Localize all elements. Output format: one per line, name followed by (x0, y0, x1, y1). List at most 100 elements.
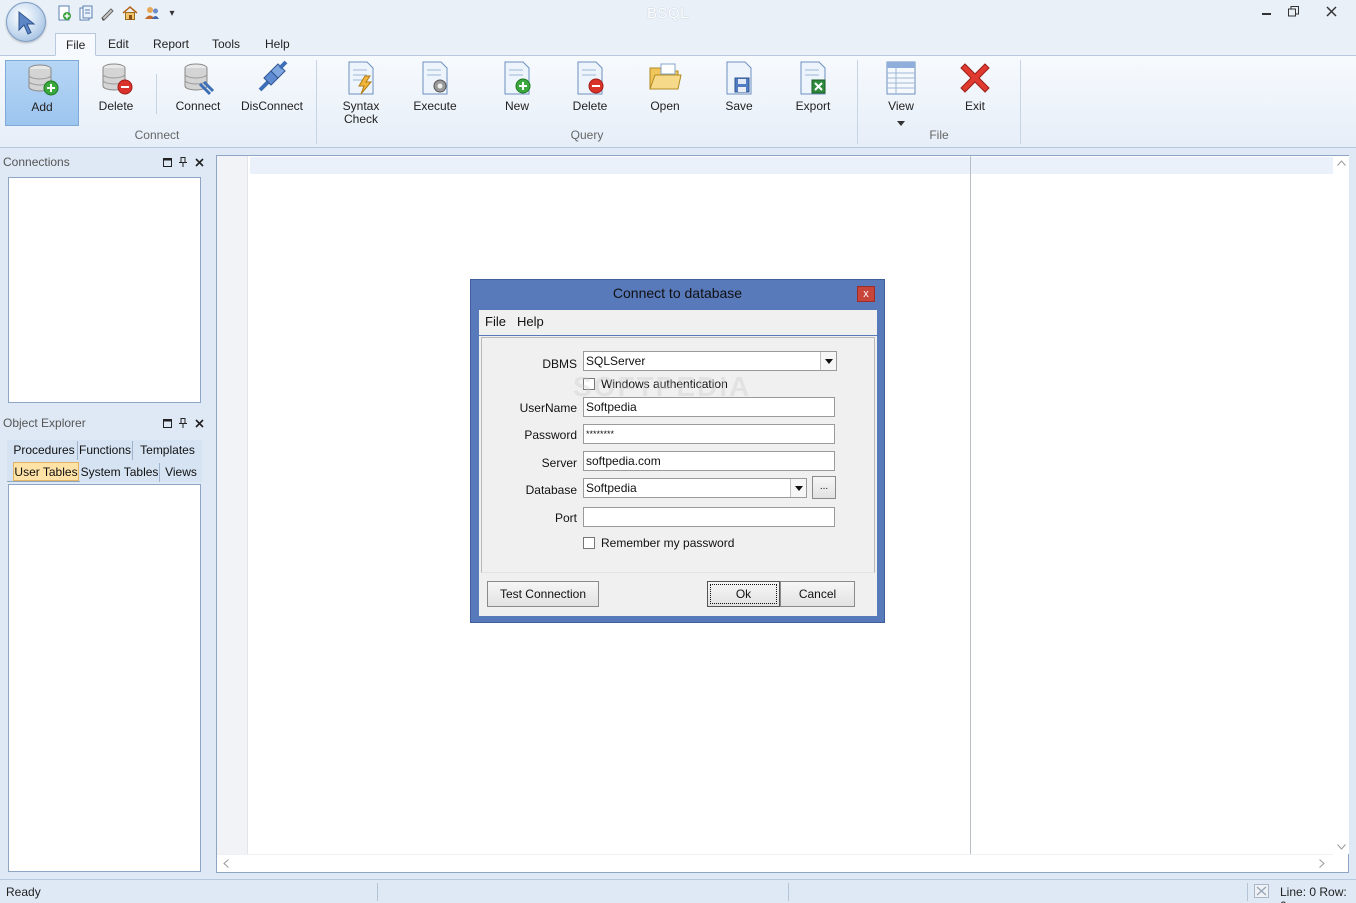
application-menu-button[interactable] (6, 2, 46, 42)
close-panel-icon[interactable] (194, 156, 204, 168)
tab-templates[interactable]: Templates (133, 441, 202, 460)
pin-icon[interactable] (178, 156, 188, 168)
status-separator (788, 883, 789, 901)
restore-button[interactable] (1278, 0, 1308, 22)
cancel-button[interactable]: Cancel (780, 581, 855, 607)
view-dropdown-arrow-icon[interactable] (870, 115, 932, 129)
horizontal-scrollbar[interactable] (217, 854, 1333, 872)
object-tree[interactable] (8, 484, 201, 872)
connections-panel: Connections (2, 155, 207, 410)
new-document-icon (499, 60, 535, 96)
delete-document-icon (572, 60, 608, 96)
vertical-scrollbar[interactable] (1333, 156, 1349, 854)
scroll-up-icon[interactable] (1337, 158, 1346, 169)
remember-password-checkbox[interactable] (583, 537, 595, 549)
status-bar: Ready Line: 0 Row: 0 (0, 879, 1356, 903)
chevron-down-icon[interactable] (790, 479, 806, 497)
dialog-close-button[interactable]: x (857, 286, 875, 302)
connect-dialog: Connect to database x File Help DBMS SQL… (470, 279, 885, 623)
delete-query-label: Delete (572, 99, 608, 113)
execute-label: Execute (413, 99, 457, 113)
database-select[interactable]: Softpedia (583, 478, 807, 498)
ribbon-tab-strip: File Edit Report Tools Help (0, 30, 1356, 56)
disconnect-button[interactable]: DisConnect (238, 60, 306, 126)
syntax-check-button[interactable]: Syntax Check (330, 60, 392, 126)
current-line-highlight (250, 157, 1334, 174)
syntax-check-icon (343, 60, 379, 96)
save-disk-icon (721, 60, 757, 96)
port-label: Port (554, 511, 577, 525)
execute-button[interactable]: Execute (404, 60, 466, 126)
tab-system-tables[interactable]: System Tables (80, 463, 160, 482)
tab-file[interactable]: File (55, 33, 97, 56)
exit-label: Exit (964, 99, 985, 113)
remember-password-label: Remember my password (601, 536, 735, 550)
add-button-label: Add (31, 100, 53, 114)
title-bar: ▾ BSQL (0, 0, 1356, 30)
line-gutter (217, 156, 248, 854)
database-connect-icon (180, 60, 216, 96)
database-value: Softpedia (586, 481, 637, 495)
server-field[interactable]: softpedia.com (583, 451, 835, 471)
view-button[interactable]: View (870, 60, 932, 126)
add-connection-button[interactable]: Add (5, 60, 79, 126)
dialog-menu-file[interactable]: File (485, 314, 506, 329)
close-window-button[interactable] (1316, 0, 1346, 22)
ok-button[interactable]: Ok (707, 581, 780, 607)
ribbon-group-divider (316, 60, 317, 144)
exit-x-icon (957, 60, 993, 96)
connections-panel-controls (162, 156, 204, 168)
chevron-down-icon[interactable] (820, 352, 836, 370)
connections-list[interactable] (8, 177, 201, 403)
tab-user-tables[interactable]: User Tables (13, 462, 79, 481)
ribbon: Add Delete Connect DisConnect Connect Sy… (0, 56, 1356, 148)
cursor-arrow-icon (18, 10, 36, 35)
status-separator (1247, 883, 1248, 901)
delete-connection-label: Delete (98, 99, 134, 113)
tab-edit[interactable]: Edit (98, 33, 139, 56)
dialog-menu-help[interactable]: Help (517, 314, 544, 329)
scroll-right-icon[interactable] (1319, 859, 1325, 871)
username-field[interactable]: Softpedia (583, 397, 835, 417)
query-group-label: Query (570, 128, 604, 142)
tab-tools[interactable]: Tools (202, 33, 250, 56)
ribbon-group-divider-2 (857, 60, 858, 144)
open-button[interactable]: Open (634, 60, 696, 126)
float-window-icon[interactable] (162, 156, 172, 168)
scroll-left-icon[interactable] (223, 859, 229, 871)
execute-gear-icon (417, 60, 453, 96)
new-label: New (504, 99, 529, 113)
password-field[interactable]: ******** (583, 424, 835, 444)
save-button[interactable]: Save (708, 60, 770, 126)
database-label: Database (525, 483, 577, 497)
file-group-label: File (929, 128, 949, 142)
browse-database-button[interactable]: ... (812, 476, 836, 499)
username-label: UserName (519, 401, 577, 415)
tab-views[interactable]: Views (160, 463, 202, 482)
window-title: BSQL (646, 5, 690, 22)
object-explorer-panel: Object Explorer Procedures Functions Tem… (2, 416, 207, 876)
export-button[interactable]: Export (782, 60, 844, 126)
dialog-body: DBMS SQLServer Windows authentication SO… (479, 336, 877, 616)
connect-button[interactable]: Connect (164, 60, 232, 126)
pin-icon[interactable] (178, 417, 188, 429)
clear-status-icon[interactable] (1254, 884, 1269, 901)
new-query-button[interactable]: New (486, 60, 548, 126)
delete-query-button[interactable]: Delete (559, 60, 621, 126)
server-label: Server (541, 456, 577, 470)
test-connection-button[interactable]: Test Connection (487, 581, 599, 607)
dialog-title: Connect to database (612, 285, 743, 301)
tab-report[interactable]: Report (143, 33, 199, 56)
delete-connection-button[interactable]: Delete (82, 60, 150, 126)
tab-help[interactable]: Help (255, 33, 300, 56)
close-panel-icon[interactable] (194, 417, 204, 429)
exit-button[interactable]: Exit (944, 60, 1006, 126)
dbms-select[interactable]: SQLServer (583, 351, 837, 371)
scroll-down-icon[interactable] (1337, 842, 1346, 853)
float-window-icon[interactable] (162, 417, 172, 429)
database-add-icon (24, 61, 60, 97)
connect-group-label: Connect (134, 128, 180, 142)
tab-procedures[interactable]: Procedures (11, 441, 78, 460)
port-field[interactable] (583, 507, 835, 527)
tab-functions[interactable]: Functions (78, 441, 133, 460)
